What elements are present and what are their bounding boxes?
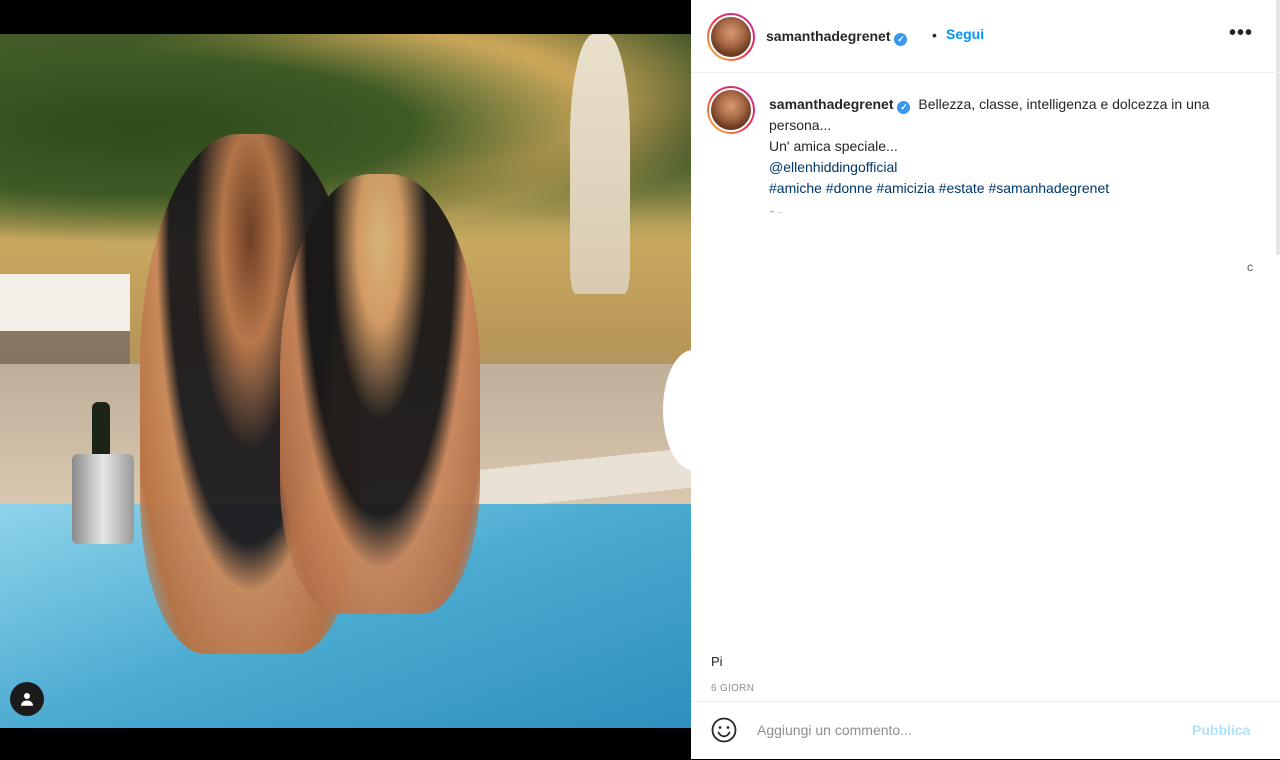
side-mark: c: [1247, 260, 1253, 274]
person-right: [280, 174, 480, 614]
separator-dot: •: [932, 27, 937, 43]
caption-line2: Un' amica speciale...: [769, 138, 898, 154]
emoji-icon[interactable]: [711, 717, 737, 743]
overlay-shape: [663, 350, 723, 470]
umbrella: [570, 34, 630, 294]
caption-time[interactable]: 6 g: [769, 205, 1259, 213]
post-date[interactable]: 6 GIORN: [711, 683, 754, 694]
verified-badge-icon: ✓: [894, 33, 908, 46]
verified-badge-icon: ✓: [897, 101, 911, 114]
avatar[interactable]: [707, 13, 755, 61]
mention-link[interactable]: @ellenhiddingofficial: [769, 157, 1259, 178]
more-options-icon[interactable]: •••: [1229, 22, 1253, 45]
user-tag-icon[interactable]: [10, 682, 44, 716]
caption-text: samanthadegrenet ✓ Bellezza, classe, inte…: [769, 94, 1259, 213]
likes-text[interactable]: Pi: [711, 654, 723, 669]
username-link[interactable]: samanthadegrenet ✓: [766, 28, 908, 46]
comment-input[interactable]: Aggiungi un commento...: [757, 722, 912, 738]
post-side-panel: samanthadegrenet ✓ • Segui ••• samanthade…: [663, 0, 1280, 760]
post-photo[interactable]: [0, 34, 691, 728]
hashtags[interactable]: #amiche #donne #amicizia #estate #samanh…: [769, 178, 1259, 199]
comment-bar: Aggiungi un commento... Pubblica: [691, 701, 1280, 760]
publish-button[interactable]: Pubblica: [1192, 722, 1250, 738]
post-header: samanthadegrenet ✓ • Segui •••: [691, 0, 1280, 73]
ice-bucket: [72, 454, 134, 544]
champagne-bottle: [92, 402, 110, 462]
caption-username[interactable]: samanthadegrenet ✓: [769, 96, 911, 114]
follow-button[interactable]: Segui: [946, 26, 984, 42]
caption-avatar[interactable]: [707, 86, 755, 134]
